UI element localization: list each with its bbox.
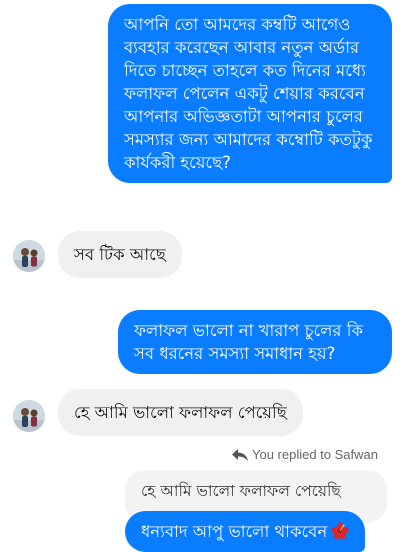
outgoing-message[interactable]: আপনি তো আমদের কম্বটি আগেও ব্যবহার করেছেন…	[108, 4, 392, 183]
message-text: আপনি তো আমদের কম্বটি আগেও ব্যবহার করেছেন…	[124, 15, 373, 172]
message-text: ধন্যবাদ আপু ভালো থাকবেন	[141, 522, 328, 541]
reply-note-text: You replied to Safwan	[252, 447, 379, 462]
avatar[interactable]	[13, 240, 45, 272]
incoming-message[interactable]: হে আমি ভালো ফলাফল পেয়েছি	[58, 389, 303, 436]
reply-indicator: You replied to Safwan	[232, 447, 378, 462]
avatar-image	[13, 240, 45, 272]
message-text: হে আমি ভালো ফলাফল পেয়েছি	[74, 403, 287, 422]
quoted-text: হে আমি ভালো ফলাফল পেয়েছি	[141, 482, 341, 500]
message-text: সব টিক আছে	[74, 245, 166, 264]
outgoing-message[interactable]: ফলাফল ভালো না খারাপ চুলের কি সব ধরনের সম…	[118, 310, 392, 374]
message-text: ফলাফল ভালো না খারাপ চুলের কি সব ধরনের সম…	[134, 321, 363, 363]
incoming-message[interactable]: সব টিক আছে	[58, 231, 182, 278]
reply-icon	[232, 448, 248, 461]
avatar-image	[13, 400, 45, 432]
avatar[interactable]	[13, 400, 45, 432]
outgoing-reply-message[interactable]: ধন্যবাদ আপু ভালো থাকবেন	[125, 511, 366, 552]
hibiscus-icon	[331, 522, 349, 540]
